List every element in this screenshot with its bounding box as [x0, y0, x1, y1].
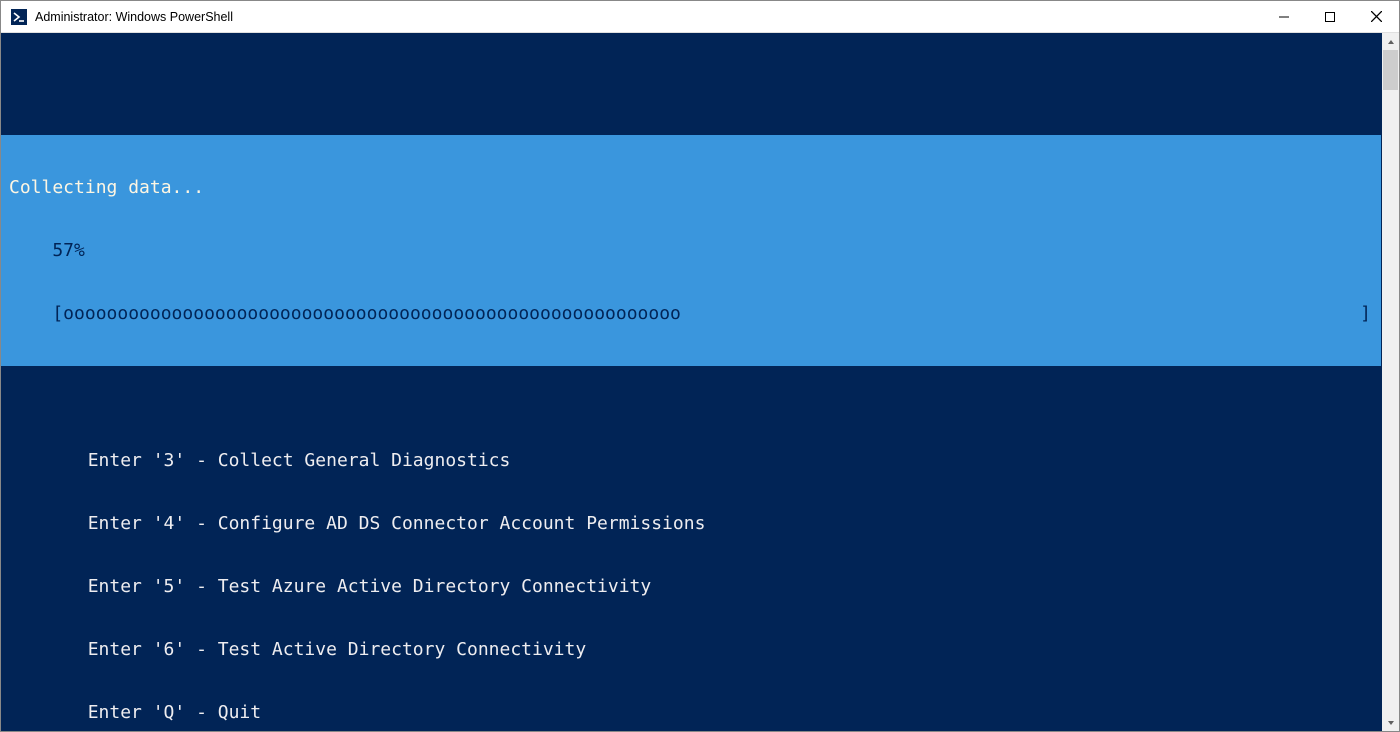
minimize-button[interactable]: [1261, 1, 1307, 32]
scroll-thumb[interactable]: [1383, 50, 1398, 90]
console-content: Collecting data... 57% [oooooooooooooooo…: [1, 33, 1381, 731]
progress-bar-fill: [ooooooooooooooooooooooooooooooooooooooo…: [9, 303, 681, 324]
progress-bar: [ooooooooooooooooooooooooooooooooooooooo…: [1, 303, 1381, 324]
window-titlebar: Administrator: Windows PowerShell: [1, 1, 1399, 33]
scroll-up-arrow-icon[interactable]: [1382, 33, 1399, 50]
menu-option-6: Enter '6' - Test Active Directory Connec…: [1, 639, 1381, 660]
console-area[interactable]: Collecting data... 57% [oooooooooooooooo…: [1, 33, 1399, 731]
menu-option-3: Enter '3' - Collect General Diagnostics: [1, 450, 1381, 471]
window-controls: [1261, 1, 1399, 32]
scroll-down-arrow-icon[interactable]: [1382, 714, 1399, 731]
progress-block: Collecting data... 57% [oooooooooooooooo…: [1, 135, 1381, 366]
maximize-button[interactable]: [1307, 1, 1353, 32]
close-button[interactable]: [1353, 1, 1399, 32]
menu-lines: Enter '3' - Collect General Diagnostics …: [1, 408, 1381, 731]
menu-option-4: Enter '4' - Configure AD DS Connector Ac…: [1, 513, 1381, 534]
progress-bar-end: ]: [1360, 303, 1371, 324]
window-title: Administrator: Windows PowerShell: [35, 10, 1261, 24]
vertical-scrollbar[interactable]: [1382, 33, 1399, 731]
menu-option-5: Enter '5' - Test Azure Active Directory …: [1, 576, 1381, 597]
progress-percent: 57%: [1, 240, 1381, 261]
progress-title: Collecting data...: [1, 177, 1381, 198]
powershell-icon: [11, 9, 27, 25]
menu-option-quit: Enter 'Q' - Quit: [1, 702, 1381, 723]
